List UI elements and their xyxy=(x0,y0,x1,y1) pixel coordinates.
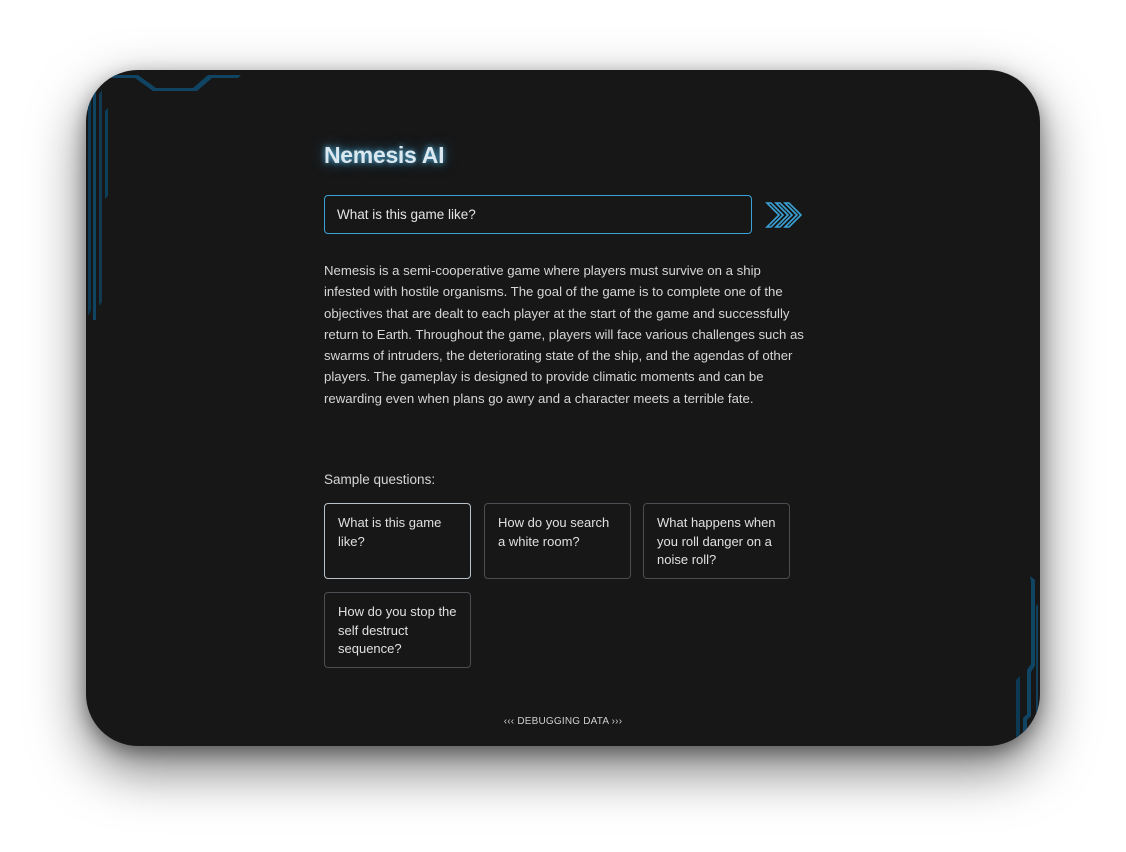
frame-decoration-top-left xyxy=(88,75,241,320)
answer-text: Nemesis is a semi-cooperative game where… xyxy=(324,263,804,406)
page-title: Nemesis AI xyxy=(324,142,445,168)
sample-question-card[interactable]: How do you search a white room? xyxy=(484,503,631,579)
submit-button[interactable] xyxy=(762,197,806,233)
chevrons-right-icon: ››› xyxy=(611,716,623,727)
debugging-data-label: DEBUGGING DATA xyxy=(517,716,609,727)
frame-decoration-bottom-right xyxy=(1016,576,1038,746)
sample-question-card[interactable]: What is this game like? xyxy=(324,503,471,579)
sample-question-card[interactable]: What happens when you roll danger on a n… xyxy=(643,503,790,579)
app-window: Nemesis AI Nemesis is a semi-cooperative… xyxy=(86,70,1040,746)
question-input[interactable] xyxy=(324,195,752,234)
triple-chevron-right-icon xyxy=(765,202,803,228)
debugging-data-toggle[interactable]: ‹‹‹ DEBUGGING DATA ››› xyxy=(324,716,802,727)
sample-questions-label: Sample questions: xyxy=(324,472,436,487)
sample-question-card[interactable]: How do you stop the self destruct sequen… xyxy=(324,592,471,668)
chevrons-left-icon: ‹‹‹ xyxy=(503,716,515,727)
